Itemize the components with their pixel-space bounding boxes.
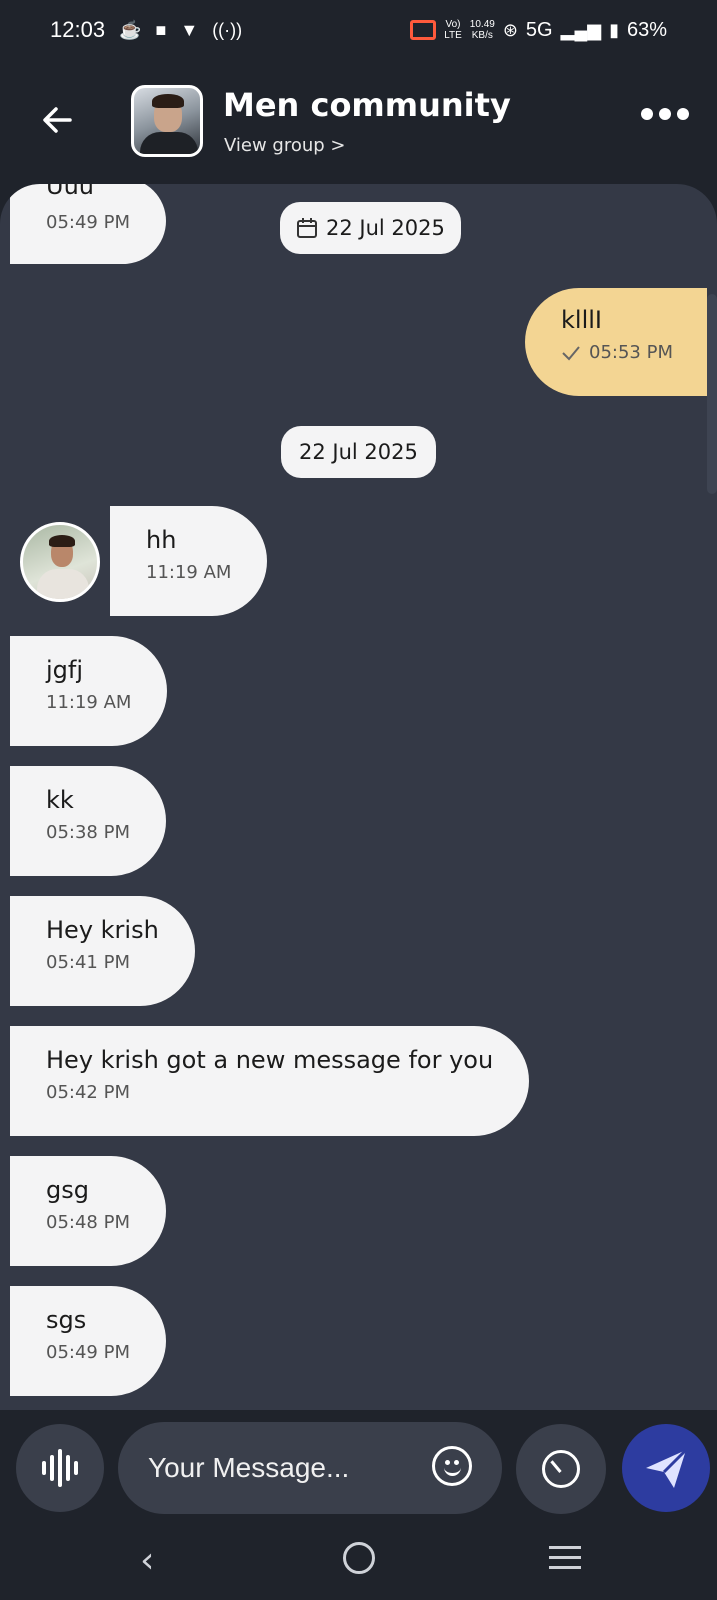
date-label: 22 Jul 2025 [299, 440, 418, 464]
back-button[interactable] [38, 100, 78, 140]
battery-icon: ▮ [609, 19, 619, 40]
status-bar: 12:03 ☕ ■ ▼ ((·)) Vo) LTE 10.49 KB/s ⊛ 5G … [0, 0, 717, 60]
message-bubble[interactable]: Hey krish 05:41 PM [10, 896, 195, 1006]
message-bubble[interactable]: kk 05:38 PM [10, 766, 166, 876]
composer-bar [0, 1410, 717, 1520]
nav-back-button[interactable]: ‹ [140, 1540, 154, 1581]
message-list[interactable]: Uuu 05:49 PM 22 Jul 2025 klllI 05:53 PM … [0, 184, 717, 1410]
check-icon [562, 345, 580, 360]
message-text: Hey krish got a new message for you [46, 1046, 494, 1074]
net-speed: 10.49 KB/s [469, 19, 495, 41]
smiley-icon[interactable] [432, 1446, 472, 1486]
battery-level: 63% [626, 18, 667, 41]
message-bubble-outgoing[interactable]: klllI 05:53 PM [525, 288, 707, 396]
message-bubble[interactable]: hh 11:19 AM [110, 506, 268, 616]
sender-avatar[interactable] [20, 522, 100, 602]
timer-icon [542, 1450, 580, 1488]
more-options-button[interactable] [641, 108, 689, 120]
message-bubble[interactable]: Uuu 05:49 PM [10, 184, 166, 264]
waveform-icon [42, 1449, 78, 1487]
calendar-icon [297, 218, 317, 238]
system-nav-bar: ‹ [0, 1520, 717, 1600]
message-text: gsg [46, 1176, 89, 1204]
message-text: hh [146, 526, 177, 554]
group-title[interactable]: Men community [223, 86, 511, 124]
message-text: kk [46, 786, 74, 814]
message-text: jgfj [46, 656, 84, 684]
message-time: 05:41 PM [46, 952, 130, 973]
arrow-left-icon [43, 107, 72, 133]
message-time: 11:19 AM [146, 562, 232, 583]
network-type: 5G [525, 18, 553, 41]
scrollbar[interactable] [707, 294, 717, 494]
message-time: 05:53 PM [589, 342, 673, 363]
send-icon [646, 1448, 688, 1488]
hotspot-icon: ((·)) [212, 19, 243, 40]
message-time: 05:42 PM [46, 1082, 130, 1103]
message-time: 05:49 PM [46, 212, 130, 233]
message-time: 05:38 PM [46, 822, 130, 843]
message-text: Uuu [46, 184, 94, 200]
wifi-calling-icon: ⊛ [502, 19, 518, 40]
video-camera-icon: ■ [155, 19, 167, 40]
more-horizontal-icon [641, 108, 653, 120]
message-bubble[interactable]: jgfj 11:19 AM [10, 636, 168, 746]
notification-app-icon: ☕ [119, 19, 142, 40]
message-input[interactable] [148, 1446, 408, 1490]
message-input-container[interactable] [118, 1422, 502, 1514]
vpn-icon: ▼ [180, 19, 199, 40]
nav-recents-button[interactable] [549, 1546, 581, 1576]
date-label: 22 Jul 2025 [326, 216, 445, 240]
message-time: 05:48 PM [46, 1212, 130, 1233]
nav-home-button[interactable] [343, 1542, 375, 1574]
status-time: 12:03 [50, 17, 106, 42]
date-separator: 22 Jul 2025 [280, 202, 461, 254]
volte-indicator: Vo) LTE [444, 19, 462, 41]
message-bubble[interactable]: sgs 05:49 PM [10, 1286, 166, 1396]
message-text: klllI [561, 306, 602, 334]
signal-icon: ▂▄▆ [560, 19, 602, 40]
timer-button[interactable] [516, 1424, 606, 1514]
message-text: sgs [46, 1306, 87, 1334]
send-button[interactable] [622, 1424, 710, 1512]
date-separator: 22 Jul 2025 [281, 426, 436, 478]
cast-icon [410, 20, 437, 40]
message-time: 11:19 AM [46, 692, 132, 713]
view-group-link[interactable]: View group > [224, 135, 346, 156]
message-bubble[interactable]: Hey krish got a new message for you 05:4… [10, 1026, 530, 1136]
message-text: Hey krish [46, 916, 159, 944]
message-time: 05:49 PM [46, 1342, 130, 1363]
group-avatar[interactable] [131, 85, 203, 157]
voice-record-button[interactable] [16, 1424, 104, 1512]
chat-header: Men community View group > [0, 80, 717, 180]
message-bubble[interactable]: gsg 05:48 PM [10, 1156, 166, 1266]
